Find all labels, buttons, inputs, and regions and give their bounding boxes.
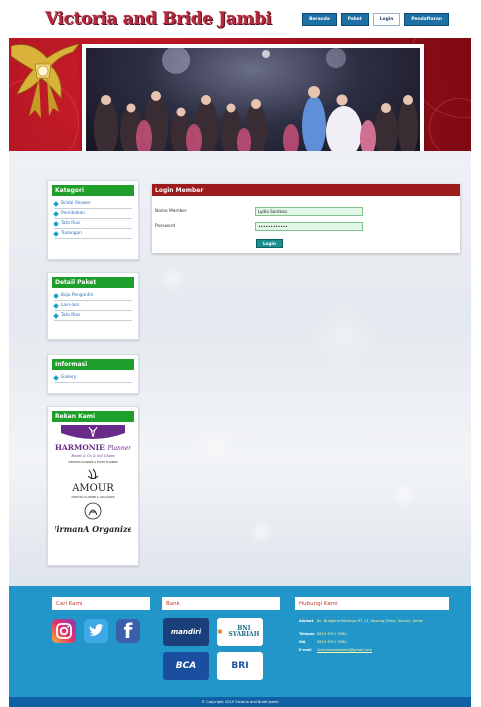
hubungi-kami-title: Hubungi Kami — [295, 597, 449, 610]
diamond-bullet-icon — [53, 374, 59, 381]
twitter-icon[interactable] — [84, 619, 108, 643]
diamond-bullet-icon — [53, 210, 59, 217]
harmonie-planner-logo[interactable]: HARMONIE Planner Event & Co & Sol Chara … — [55, 425, 131, 467]
kategori-item-tunangan[interactable]: Tunangan — [53, 229, 132, 239]
login-title: Login Member — [152, 184, 460, 196]
detail-item-baju-pengantin[interactable]: Baju Pengantin — [53, 291, 132, 301]
login-button[interactable]: Login — [256, 239, 283, 248]
page: Victoria and Bride Jambi Beranda Paket L… — [9, 0, 471, 707]
footer: Cari Kami Bank Hubungi Kami f mandiri ▣ … — [9, 586, 471, 697]
svg-text:Event & Co & Sol Chara: Event & Co & Sol Chara — [70, 454, 114, 458]
site-logo[interactable]: Victoria and Bride Jambi — [45, 9, 272, 29]
contact-phone: Telepon 0819 3911 5382 — [299, 632, 347, 636]
nirmana-organizer-logo[interactable]: NirmanA Organizer — [55, 501, 131, 539]
main-nav: Beranda Paket Login Pendaftaran — [302, 13, 449, 26]
sidebar-detail-paket: Detail Paket Baju Pengantin Lain-lain Ta… — [47, 272, 139, 340]
svg-text:WEDDING PLANNER & ORGANIZER: WEDDING PLANNER & ORGANIZER — [71, 495, 115, 499]
password-input[interactable] — [255, 222, 363, 231]
copyright-bar: © Copyright 2019 Victoria and Bride Jamb… — [9, 697, 471, 707]
diamond-bullet-icon — [53, 230, 59, 237]
detail-item-tata-rias[interactable]: Tata Rias — [53, 311, 132, 321]
wedding-party-photo — [86, 48, 420, 151]
detail-item-label: Tata Rias — [61, 313, 81, 318]
contact-wa: WA 0819 3911 5382 — [299, 640, 347, 644]
informasi-item-gallery[interactable]: Gallery — [53, 373, 132, 383]
kategori-item-tata-rias[interactable]: Tata Rias — [53, 219, 132, 229]
username-label: Nama Member — [155, 209, 187, 214]
informasi-item-label: Gallery — [61, 375, 77, 380]
crowd-illustration — [94, 48, 418, 151]
bank-title: Bank — [162, 597, 280, 610]
detail-item-label: Baju Pengantin — [61, 293, 94, 298]
kategori-item-label: Pernikahan — [61, 211, 85, 216]
rekan-kami-title: Rekan Kami — [52, 411, 134, 422]
diamond-bullet-icon — [53, 292, 59, 299]
nav-paket[interactable]: Paket — [340, 13, 369, 26]
svg-text:WEDDING PLANNER & EVENT PLANNE: WEDDING PLANNER & EVENT PLANNER — [68, 460, 118, 464]
sidebar-kategori: Kategori Bridal Shower Pernikahan Tata R… — [47, 180, 139, 260]
instagram-icon[interactable] — [52, 619, 76, 643]
image-slider[interactable] — [82, 44, 424, 151]
diamond-bullet-icon — [53, 220, 59, 227]
svg-text:HARMONIE Planner: HARMONIE Planner — [55, 443, 131, 452]
nav-pendaftaran[interactable]: Pendaftaran — [404, 13, 449, 26]
kategori-item-label: Tunangan — [61, 231, 82, 236]
facebook-icon[interactable]: f — [116, 619, 140, 643]
password-label: Password — [155, 224, 176, 229]
cari-kami-title: Cari Kami — [52, 597, 150, 610]
hero-banner — [9, 38, 471, 151]
bokeh-sparkle — [249, 520, 273, 544]
sidebar-informasi: Informasi Gallery — [47, 354, 139, 394]
kategori-item-label: Tata Rias — [61, 221, 81, 226]
bokeh-sparkle — [309, 300, 379, 370]
bokeh-sparkle — [389, 480, 419, 510]
contact-email[interactable]: E-mail victoriabridejambi@gmail.com — [299, 648, 372, 652]
bokeh-sparkle — [159, 265, 187, 293]
svg-text:AMOUR: AMOUR — [71, 483, 114, 494]
gold-bow-ornament — [11, 43, 79, 118]
diamond-bullet-icon — [53, 312, 59, 319]
kategori-title: Kategori — [52, 185, 134, 196]
kategori-item-pernikahan[interactable]: Pernikahan — [53, 209, 132, 219]
sidebar-rekan-kami: Rekan Kami HARMONIE Planner Event & Co &… — [47, 406, 139, 566]
detail-paket-title: Detail Paket — [52, 277, 134, 288]
informasi-title: Informasi — [52, 359, 134, 370]
kategori-item-bridal-shower[interactable]: Bridal Shower — [53, 199, 132, 209]
kategori-item-label: Bridal Shower — [61, 201, 91, 206]
detail-item-lain-lain[interactable]: Lain-lain — [53, 301, 132, 311]
diamond-bullet-icon — [53, 302, 59, 309]
bank-bri-logo: BRI — [217, 652, 263, 680]
header: Victoria and Bride Jambi Beranda Paket L… — [9, 0, 471, 38]
login-panel: Login Member Nama Member Password Login — [152, 184, 460, 253]
svg-text:NirmanA Organizer: NirmanA Organizer — [55, 524, 131, 534]
bank-bni-syariah-logo: ▣ BNI SYARIAH — [217, 618, 263, 646]
contact-address: Alamat Jln. Bridgend Kotamas RT. 11, Kasa… — [299, 619, 423, 623]
nav-beranda[interactable]: Beranda — [302, 13, 337, 26]
nav-login[interactable]: Login — [372, 13, 401, 26]
diamond-bullet-icon — [53, 200, 59, 207]
username-input[interactable] — [255, 207, 363, 216]
detail-item-label: Lain-lain — [61, 303, 80, 308]
bank-mandiri-logo: mandiri — [163, 618, 209, 646]
bokeh-sparkle — [189, 420, 239, 470]
bank-bca-logo: BCA — [163, 652, 209, 680]
amour-logo[interactable]: AMOUR WEDDING PLANNER & ORGANIZER — [55, 467, 131, 501]
